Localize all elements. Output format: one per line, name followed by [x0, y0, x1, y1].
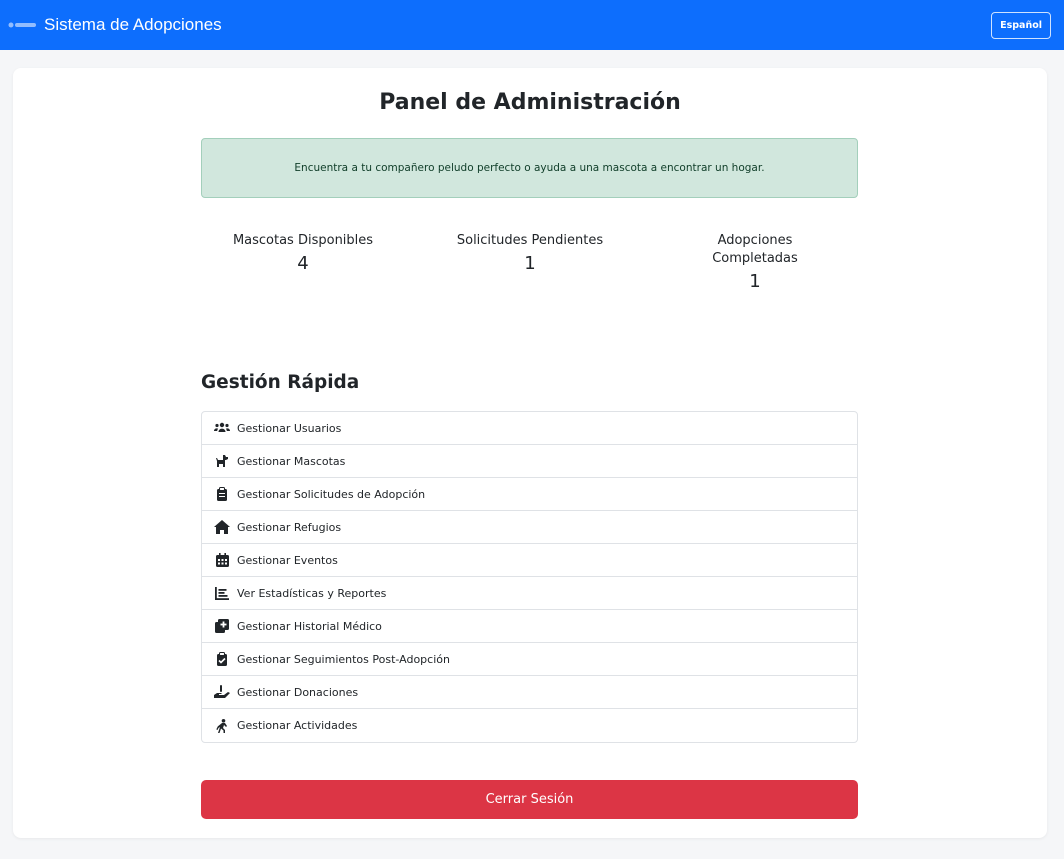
home-icon	[214, 519, 230, 535]
quick-item-label: Gestionar Usuarios	[237, 421, 342, 435]
quick-item-post-adoption[interactable]: Gestionar Seguimientos Post-Adopción	[202, 643, 857, 676]
quick-item-label: Gestionar Eventos	[237, 553, 338, 567]
welcome-alert: Encuentra a tu compañero peludo perfecto…	[201, 138, 858, 198]
logout-button[interactable]: Cerrar Sesión	[201, 780, 858, 819]
quick-item-users[interactable]: Gestionar Usuarios	[202, 412, 857, 445]
quick-item-activities[interactable]: Gestionar Actividades	[202, 709, 857, 742]
quick-item-label: Gestionar Actividades	[237, 719, 358, 732]
stat-pending-requests: Solicitudes Pendientes 1	[440, 232, 620, 276]
stat-completed-adoptions: Adopciones Completadas 1	[685, 232, 825, 294]
quick-item-donations[interactable]: Gestionar Donaciones	[202, 676, 857, 709]
brand[interactable]: Sistema de Adopciones	[8, 15, 222, 35]
navbar: Sistema de Adopciones Español	[0, 0, 1064, 50]
quick-item-events[interactable]: Gestionar Eventos	[202, 544, 857, 577]
quick-item-statistics[interactable]: Ver Estadísticas y Reportes	[202, 577, 857, 610]
stat-label: Mascotas Disponibles	[232, 233, 374, 248]
stat-value: 4	[297, 253, 309, 274]
quick-item-medical-history[interactable]: Gestionar Historial Médico	[202, 610, 857, 643]
chart-icon	[214, 585, 230, 601]
welcome-alert-text: Encuentra a tu compañero peludo perfecto…	[294, 162, 765, 174]
admin-card: Panel de Administración Encuentra a tu c…	[13, 68, 1047, 838]
language-button[interactable]: Español	[991, 11, 1051, 39]
dog-icon	[214, 453, 230, 469]
stat-value: 1	[749, 271, 761, 292]
quick-item-label: Gestionar Seguimientos Post-Adopción	[237, 652, 450, 666]
stat-available-pets: Mascotas Disponibles 4	[213, 232, 393, 276]
quick-item-label: Gestionar Donaciones	[237, 685, 359, 699]
page-title: Panel de Administración	[379, 90, 681, 115]
running-icon	[214, 718, 230, 734]
quick-item-pets[interactable]: Gestionar Mascotas	[202, 445, 857, 478]
stat-label: Solicitudes Pendientes	[456, 233, 604, 248]
paw-logo-icon	[8, 20, 36, 30]
medical-file-icon	[214, 618, 230, 634]
stat-value: 1	[524, 253, 536, 274]
quick-item-label: Gestionar Solicitudes de Adopción	[237, 487, 426, 501]
clipboard-icon	[214, 486, 230, 502]
quick-item-label: Gestionar Historial Médico	[237, 619, 382, 633]
quick-actions-list: Gestionar Usuarios Gestionar Mascotas Ge…	[201, 411, 858, 743]
calendar-icon	[214, 552, 230, 568]
quick-actions-title: Gestión Rápida	[201, 372, 360, 393]
clipboard-check-icon	[214, 651, 230, 667]
hand-holding-icon	[214, 684, 230, 700]
quick-item-label: Gestionar Refugios	[237, 520, 342, 534]
app-title[interactable]: Sistema de Adopciones	[44, 15, 222, 35]
stat-label: Adopciones Completadas	[712, 233, 798, 266]
quick-item-label: Ver Estadísticas y Reportes	[237, 586, 387, 600]
quick-item-label: Gestionar Mascotas	[237, 454, 346, 468]
users-icon	[214, 420, 230, 436]
quick-item-shelters[interactable]: Gestionar Refugios	[202, 511, 857, 544]
quick-item-adoption-requests[interactable]: Gestionar Solicitudes de Adopción	[202, 478, 857, 511]
